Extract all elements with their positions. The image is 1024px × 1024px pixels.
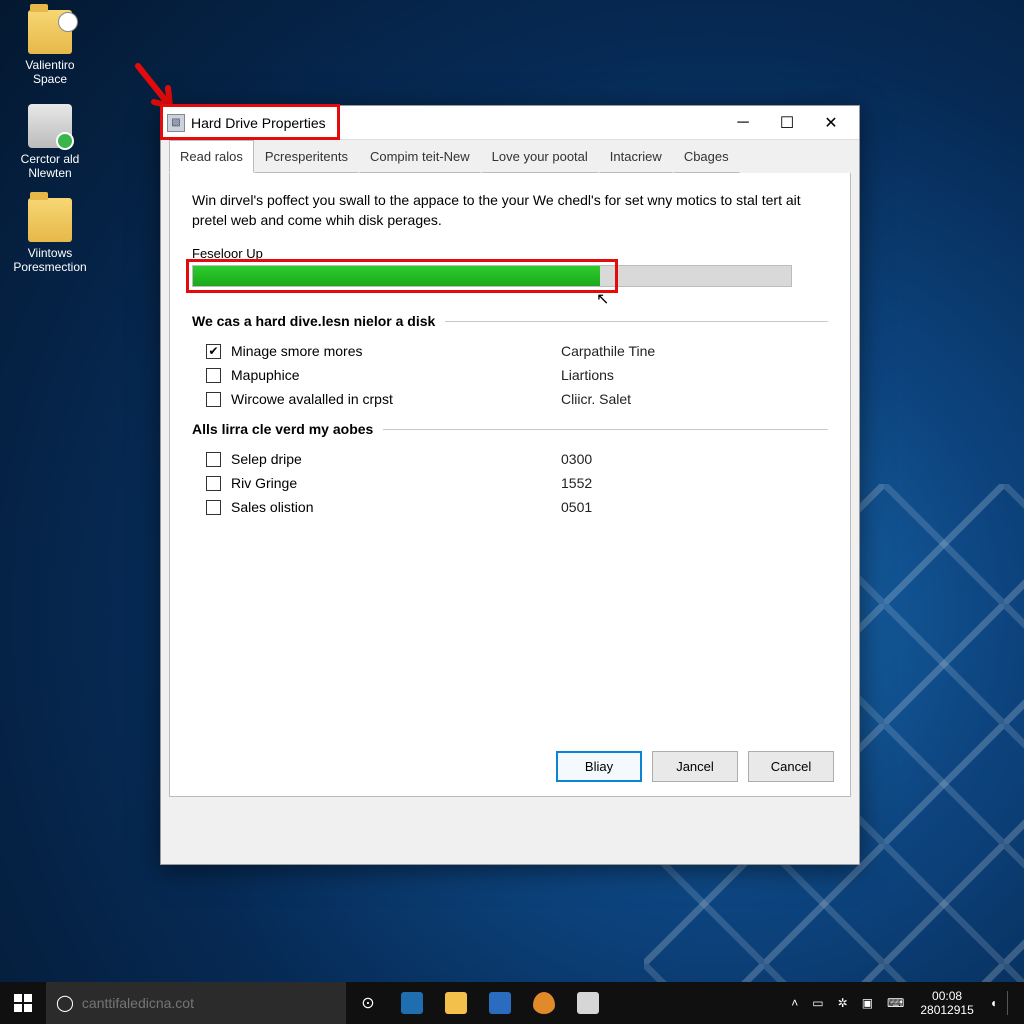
checkbox[interactable]	[206, 500, 221, 515]
row-value: Liartions	[561, 367, 614, 383]
tab-intacriew[interactable]: Intacriew	[599, 140, 673, 173]
checkbox[interactable]	[206, 368, 221, 383]
row-label: Sales olistion	[231, 499, 561, 515]
row-value: Cliicr. Salet	[561, 391, 631, 407]
row-label: Wircowe avalalled in crpst	[231, 391, 561, 407]
checkbox[interactable]	[206, 392, 221, 407]
taskbar-app-edge[interactable]	[390, 982, 434, 1024]
checkbox-row: Selep dripe 0300	[192, 447, 828, 471]
tab-panel: Win dirvel's poffect you swall to the ap…	[169, 173, 851, 797]
checkbox[interactable]	[206, 476, 221, 491]
system-tray: ˄ ▭ ✲ ▣ ⌨ 00:08 28012915 ◖	[787, 989, 1024, 1018]
desktop-icon-label: Valientiro Space	[10, 58, 90, 86]
row-label: Riv Gringe	[231, 475, 561, 491]
desktop-icon-2[interactable]: Cerctor ald Nlewten	[10, 104, 90, 180]
desktop-icons: Valientiro Space Cerctor ald Nlewten Vii…	[10, 10, 90, 274]
tab-read-ralos[interactable]: Read ralos	[169, 140, 254, 173]
taskbar-clock[interactable]: 00:08 28012915	[914, 989, 979, 1018]
taskbar-app-shield[interactable]	[522, 982, 566, 1024]
tab-pcresperitents[interactable]: Pcresperitents	[254, 140, 359, 173]
dialog-buttons: Bliay Jancel Cancel	[556, 751, 834, 782]
tab-love[interactable]: Love your pootal	[481, 140, 599, 173]
box-icon	[28, 104, 72, 148]
desktop-icon-1[interactable]: Valientiro Space	[10, 10, 90, 86]
checkbox[interactable]	[206, 344, 221, 359]
disk-usage-bar	[192, 265, 792, 287]
row-value: Carpathile Tine	[561, 343, 655, 359]
cancel-button[interactable]: Cancel	[748, 751, 834, 782]
tray-keyboard-icon[interactable]: ⌨	[883, 996, 908, 1010]
webcam-icon	[58, 12, 78, 32]
row-label: Selep dripe	[231, 451, 561, 467]
ok-button[interactable]: Bliay	[556, 751, 642, 782]
window-title: Hard Drive Properties	[191, 115, 326, 131]
windows-icon	[14, 994, 32, 1012]
row-label: Mapuphice	[231, 367, 561, 383]
taskbar: ◯ ⊙ ˄ ▭ ✲ ▣ ⌨ 00:08 28012915 ◖	[0, 982, 1024, 1024]
row-label: Minage smore mores	[231, 343, 561, 359]
app-icon: ▧	[167, 114, 185, 132]
checkbox[interactable]	[206, 452, 221, 467]
tray-battery-icon[interactable]: ▣	[858, 996, 877, 1010]
notifications-icon[interactable]: ◖	[986, 996, 1001, 1010]
titlebar[interactable]: ▧ Hard Drive Properties ─ ☐ ✕	[161, 106, 859, 140]
search-input[interactable]	[82, 995, 336, 1011]
minimize-button[interactable]: ─	[721, 108, 765, 138]
tab-compim[interactable]: Compim teit-New	[359, 140, 481, 173]
tab-strip: Read ralos Pcresperitents Compim teit-Ne…	[161, 140, 859, 173]
checkbox-row: Sales olistion 0501	[192, 495, 828, 519]
task-view-button[interactable]: ⊙	[346, 982, 390, 1024]
checkbox-row: Wircowe avalalled in crpst Cliicr. Salet	[192, 387, 828, 411]
disk-usage-fill	[193, 266, 600, 286]
row-value: 0501	[561, 499, 592, 515]
checkbox-row: Mapuphice Liartions	[192, 363, 828, 387]
progress-label: Feseloor Up	[192, 246, 828, 261]
desktop-icon-label: Viintows Poresmection	[10, 246, 90, 274]
taskview-icon: ⊙	[361, 993, 374, 1013]
close-button[interactable]: ✕	[809, 108, 853, 138]
cursor-icon: ↖	[596, 289, 609, 309]
folder-icon	[28, 10, 72, 54]
tray-volume-icon[interactable]: ✲	[834, 996, 852, 1010]
desktop-icon-label: Cerctor ald Nlewten	[10, 152, 90, 180]
show-desktop-button[interactable]	[1007, 991, 1016, 1015]
search-icon: ◯	[56, 993, 74, 1013]
clock-time: 00:08	[920, 989, 973, 1003]
taskbar-app-store[interactable]	[478, 982, 522, 1024]
folder-icon	[28, 198, 72, 242]
maximize-button[interactable]: ☐	[765, 108, 809, 138]
properties-window: ▧ Hard Drive Properties ─ ☐ ✕ Read ralos…	[160, 105, 860, 865]
tray-network-icon[interactable]: ▭	[808, 996, 827, 1010]
section-2-title: Alls lirra cle verd my aobes	[192, 421, 828, 437]
taskbar-search[interactable]: ◯	[46, 982, 346, 1024]
description-text: Win dirvel's poffect you swall to the ap…	[192, 191, 828, 230]
section-1-title: We cas a hard dive.lesn nielor a disk	[192, 313, 828, 329]
checkbox-row: Riv Gringe 1552	[192, 471, 828, 495]
checkbox-row: Minage smore mores Carpathile Tine	[192, 339, 828, 363]
row-value: 0300	[561, 451, 592, 467]
progress-wrap: ↖	[192, 265, 828, 287]
tab-cbages[interactable]: Cbages	[673, 140, 740, 173]
start-button[interactable]	[0, 982, 46, 1024]
taskbar-app-generic[interactable]	[566, 982, 610, 1024]
clock-date: 28012915	[920, 1003, 973, 1017]
tray-chevron-icon[interactable]: ˄	[787, 996, 802, 1010]
taskbar-app-explorer[interactable]	[434, 982, 478, 1024]
apply-button[interactable]: Jancel	[652, 751, 738, 782]
desktop-icon-3[interactable]: Viintows Poresmection	[10, 198, 90, 274]
row-value: 1552	[561, 475, 592, 491]
